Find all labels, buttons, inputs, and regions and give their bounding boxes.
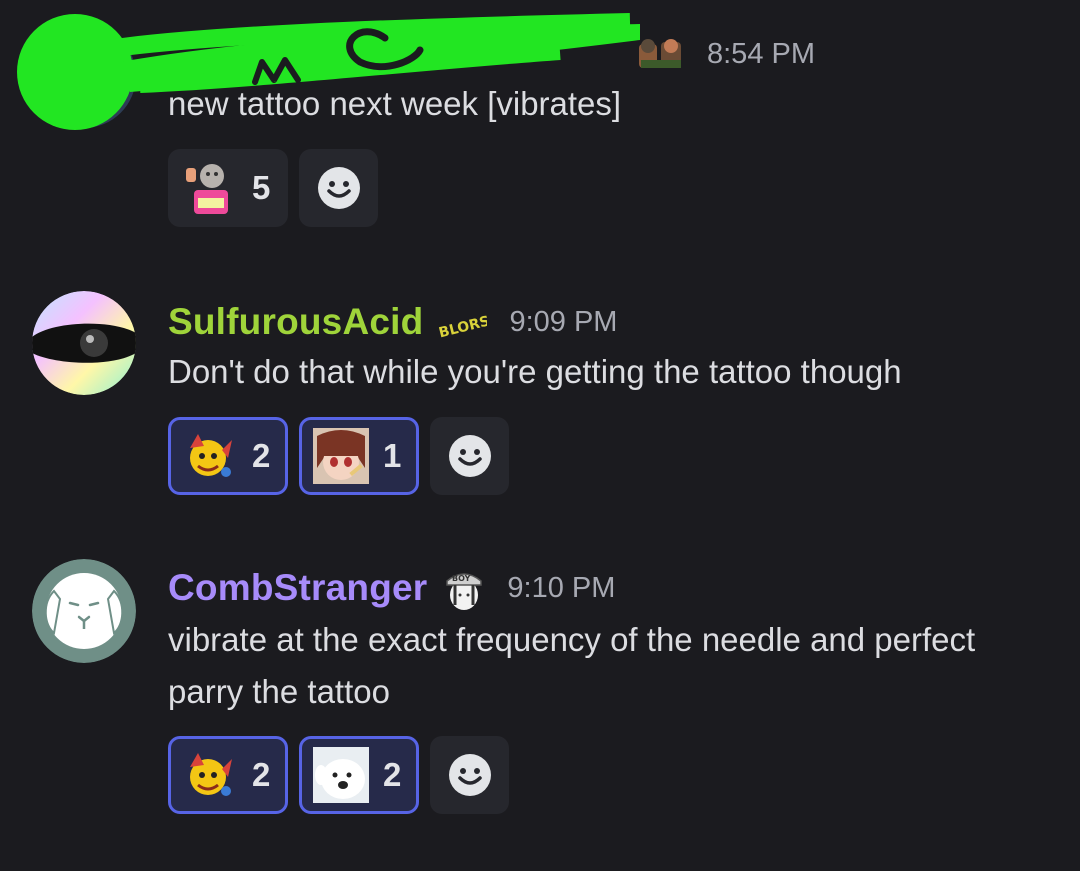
reactions: 5 (168, 149, 378, 227)
reaction-yellow-clown[interactable]: 2 (168, 417, 288, 495)
add-reaction-button[interactable] (430, 417, 509, 495)
add-reaction-button[interactable] (299, 149, 378, 227)
yellow-clown-emoji (190, 434, 232, 477)
reaction-yellow-clown[interactable]: 2 (168, 736, 288, 814)
reaction-count: 2 (383, 756, 402, 793)
message-text: Don't do that while you're getting the t… (168, 353, 902, 390)
eye-avatar-image (32, 291, 136, 395)
message-text: vibrate at the exact frequency of the ne… (168, 621, 976, 710)
avatar[interactable] (32, 291, 136, 395)
message-header: CombStranger BOY 9:10 PM (168, 562, 615, 614)
message-header: SulfurousAcid BLORSH 9:09 PM (168, 296, 617, 348)
reaction-white-dog[interactable]: 2 (299, 736, 419, 814)
timestamp: 9:10 PM (507, 571, 616, 604)
add-reaction-button[interactable] (430, 736, 509, 814)
smiley-face-icon (448, 754, 491, 796)
avatar[interactable] (32, 559, 136, 663)
yellow-clown-emoji (190, 753, 232, 796)
reaction-count: 2 (252, 756, 271, 793)
chat-window: 8:54 PM new tattoo next week [vibrates] … (0, 0, 1080, 871)
reaction-count: 2 (252, 437, 271, 474)
role-icon-text: BOY (452, 574, 471, 583)
redaction-scribble: me (17, 13, 640, 130)
white-dog-emoji (313, 747, 369, 803)
reactions: 2 1 (168, 417, 509, 495)
anime-girl-emoji (313, 428, 369, 484)
timestamp: 9:09 PM (509, 305, 618, 338)
smiley-face-icon (448, 435, 491, 477)
boy-cap-icon: BOY (443, 565, 485, 611)
role-icon-text: BLORSH (438, 310, 488, 341)
bunny-avatar-image (32, 559, 136, 663)
reaction-bully-demise[interactable]: 5 (168, 149, 288, 227)
bully-demise-emoji (186, 164, 228, 214)
username[interactable]: SulfurousAcid (168, 301, 423, 343)
smiley-face-icon (317, 167, 360, 209)
reactions: 2 2 (168, 736, 509, 814)
reaction-count: 5 (252, 169, 271, 206)
timestamp: 8:54 PM (707, 37, 815, 70)
blorsh-sticker: BLORSH (435, 302, 488, 342)
reaction-anime-girl[interactable]: 1 (299, 417, 419, 495)
username[interactable]: CombStranger (168, 567, 427, 609)
reaction-count: 1 (383, 437, 402, 474)
